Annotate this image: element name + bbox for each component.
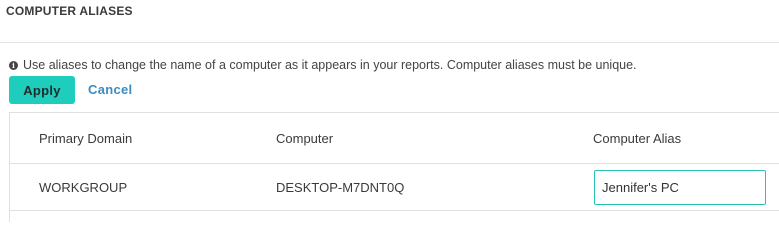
section-title: COMPUTER ALIASES bbox=[6, 4, 133, 18]
computer-cell: DESKTOP-M7DNT0Q bbox=[276, 180, 405, 195]
column-header-primary-domain: Primary Domain bbox=[39, 131, 133, 146]
cancel-button[interactable]: Cancel bbox=[88, 82, 132, 97]
table-header-row: Primary Domain Computer Computer Alias bbox=[10, 113, 779, 164]
title-divider bbox=[0, 42, 779, 43]
computer-alias-input[interactable] bbox=[594, 170, 766, 205]
column-header-computer: Computer bbox=[276, 131, 334, 146]
apply-button[interactable]: Apply bbox=[9, 76, 75, 104]
column-header-computer-alias: Computer Alias bbox=[593, 131, 682, 146]
table-row: WORKGROUP DESKTOP-M7DNT0Q bbox=[10, 164, 779, 211]
info-message: i Use aliases to change the name of a co… bbox=[9, 58, 637, 72]
aliases-table: Primary Domain Computer Computer Alias W… bbox=[9, 112, 779, 222]
primary-domain-cell: WORKGROUP bbox=[39, 180, 128, 195]
info-text: Use aliases to change the name of a comp… bbox=[23, 58, 637, 72]
info-icon: i bbox=[9, 60, 18, 70]
